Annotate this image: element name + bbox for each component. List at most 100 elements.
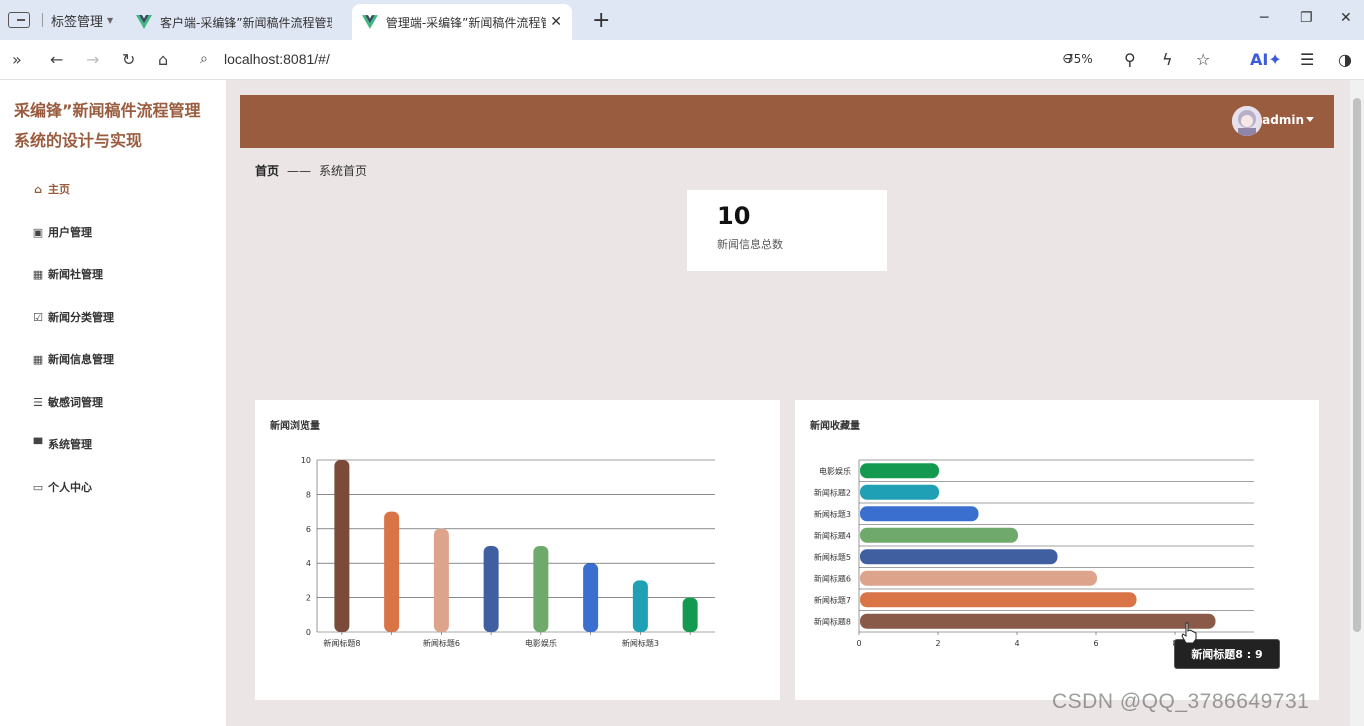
tab-title: 管理端-采编锋”新闻稿件流程管理系统的设计与实现 bbox=[385, 15, 546, 30]
hand-cursor-icon bbox=[1181, 622, 1197, 644]
x-tick-label: 0 bbox=[856, 639, 861, 648]
sidebar-item-label: 新闻社管理 bbox=[48, 268, 103, 281]
vue-logo-icon bbox=[362, 15, 378, 29]
ai-assistant-icon[interactable]: AI✦ bbox=[1250, 50, 1282, 69]
home-icon[interactable]: ⌂ bbox=[158, 50, 168, 69]
y-tick-label: 新闻标题7 bbox=[814, 595, 851, 605]
bar bbox=[860, 592, 1137, 608]
restore-icon[interactable]: ❐ bbox=[1300, 10, 1313, 26]
scrollbar-thumb[interactable] bbox=[1353, 98, 1361, 632]
sidebar-item-home[interactable]: ⌂ 主页 bbox=[32, 179, 70, 199]
bar bbox=[860, 463, 939, 479]
star-icon[interactable]: ☆ bbox=[1196, 50, 1210, 69]
y-tick-label: 新闻标题8 bbox=[814, 616, 851, 626]
extensions-icon[interactable]: ◑ bbox=[1338, 50, 1352, 69]
bar bbox=[860, 484, 939, 500]
sidebar-item-label: 个人中心 bbox=[48, 481, 92, 494]
browser-tab-admin[interactable]: 管理端-采编锋”新闻稿件流程管理系统的设计与实现 ✕ bbox=[352, 4, 572, 40]
bar bbox=[860, 527, 1018, 543]
search-icon: ⌕ bbox=[200, 51, 208, 67]
chevron-down-icon[interactable] bbox=[1306, 117, 1314, 122]
sidebar-item-profile[interactable]: ▭ 个人中心 bbox=[32, 477, 92, 497]
watermark: CSDN @QQ_3786649731 bbox=[1052, 690, 1310, 713]
bar bbox=[433, 528, 449, 632]
url-input[interactable]: localhost:8081/#/ bbox=[224, 51, 330, 67]
breadcrumb-home[interactable]: 首页 bbox=[255, 162, 279, 179]
y-tick-label: 新闻标题4 bbox=[814, 530, 851, 540]
app-sidebar: 采编锋”新闻稿件流程管理系统的设计与实现 ⌂ 主页 ▣ 用户管理 ▦ 新闻社管理… bbox=[0, 80, 226, 726]
sidebar-item-label: 主页 bbox=[48, 183, 70, 196]
y-tick-label: 电影娱乐 bbox=[819, 466, 851, 476]
x-tick-label: 6 bbox=[1093, 639, 1098, 648]
sidebar-item-sensitive-words[interactable]: ☰ 敏感词管理 bbox=[32, 392, 103, 412]
y-tick-label: 新闻标题6 bbox=[814, 573, 851, 583]
sidebar-item-label: 系统管理 bbox=[48, 438, 92, 451]
double-chevron-icon[interactable]: » bbox=[12, 50, 22, 69]
sidebar-item-press[interactable]: ▦ 新闻社管理 bbox=[32, 264, 103, 284]
reading-list-icon[interactable]: ☰ bbox=[1300, 50, 1314, 69]
browser-tab-client[interactable]: 客户端-采编锋”新闻稿件流程管理系统的设计与实现 bbox=[126, 4, 346, 40]
news-count-label: 新闻信息总数 bbox=[717, 238, 783, 251]
zoom-level[interactable]: 75% bbox=[1066, 52, 1093, 66]
bar bbox=[334, 460, 350, 632]
sidebar-item-label: 新闻分类管理 bbox=[48, 311, 114, 324]
forward-icon[interactable]: → bbox=[86, 50, 99, 69]
sidebar-item-system[interactable]: ▀ 系统管理 bbox=[32, 434, 92, 454]
y-tick-label: 新闻标题2 bbox=[814, 487, 851, 497]
bar bbox=[583, 563, 599, 632]
key-icon[interactable]: ⚲ bbox=[1124, 50, 1136, 69]
page-scrollbar[interactable] bbox=[1350, 80, 1364, 726]
chevron-down-icon[interactable]: ▼ bbox=[107, 16, 113, 25]
sidebar-item-label: 用户管理 bbox=[48, 226, 92, 239]
app-title: 采编锋”新闻稿件流程管理系统的设计与实现 bbox=[14, 101, 201, 150]
new-tab-icon[interactable]: + bbox=[592, 8, 610, 33]
lightning-icon[interactable]: ϟ bbox=[1162, 50, 1173, 69]
bar bbox=[860, 506, 979, 522]
window-close-icon[interactable]: ✕ bbox=[1340, 10, 1352, 26]
grid-icon: ▦ bbox=[32, 352, 44, 366]
y-tick-label: 6 bbox=[306, 525, 311, 534]
x-tick-label: 4 bbox=[1014, 639, 1019, 648]
x-tick-label: 电影娱乐 bbox=[525, 638, 557, 648]
breadcrumb: 首页 —— 系统首页 bbox=[255, 162, 367, 179]
bar bbox=[483, 546, 499, 632]
bar bbox=[860, 549, 1058, 565]
bar bbox=[860, 613, 1216, 629]
bar bbox=[682, 597, 698, 632]
back-icon[interactable]: ← bbox=[50, 50, 63, 69]
reload-icon[interactable]: ↻ bbox=[122, 50, 135, 69]
avatar[interactable] bbox=[1232, 106, 1262, 136]
sidebar-item-label: 新闻信息管理 bbox=[48, 353, 114, 366]
minimize-icon[interactable]: ─ bbox=[1260, 10, 1268, 26]
sidebar-item-users[interactable]: ▣ 用户管理 bbox=[32, 222, 92, 242]
y-tick-label: 8 bbox=[306, 490, 311, 499]
y-tick-label: 2 bbox=[306, 594, 311, 603]
x-tick-label: 新闻标题8 bbox=[323, 638, 360, 648]
sidebar-item-category[interactable]: ☑ 新闻分类管理 bbox=[32, 307, 114, 327]
sidebar-item-news-info[interactable]: ▦ 新闻信息管理 bbox=[32, 349, 114, 369]
breadcrumb-current: 系统首页 bbox=[319, 164, 368, 178]
news-count-card: 10 新闻信息总数 bbox=[687, 190, 887, 271]
monitor-icon: ▀ bbox=[33, 437, 43, 451]
username[interactable]: admin bbox=[1262, 113, 1304, 127]
grid-icon: ▦ bbox=[32, 267, 44, 281]
bar bbox=[860, 570, 1097, 586]
views-chart-card: 新闻浏览量 0 2 4 6 8 10 新闻标题8 新闻标题6 电影娱乐 新闻标题3 bbox=[255, 400, 780, 700]
app-header: admin bbox=[240, 95, 1334, 148]
avatar-image bbox=[1232, 106, 1262, 136]
vue-logo-icon bbox=[136, 15, 152, 29]
tab-title: 客户端-采编锋”新闻稿件流程管理系统的设计与实现 bbox=[160, 15, 332, 30]
list-icon: ☰ bbox=[33, 395, 43, 409]
tab-group-label[interactable]: 标签管理 bbox=[51, 11, 103, 30]
clipboard-icon: ▣ bbox=[32, 225, 44, 239]
x-tick-label: 新闻标题6 bbox=[423, 638, 460, 648]
y-tick-label: 新闻标题3 bbox=[814, 509, 851, 519]
close-icon[interactable]: ✕ bbox=[550, 14, 562, 30]
y-tick-label: 0 bbox=[306, 628, 311, 637]
y-tick-label: 10 bbox=[301, 456, 311, 465]
news-count-value: 10 bbox=[717, 202, 751, 230]
y-tick-label: 新闻标题5 bbox=[814, 552, 851, 562]
sidebar-toggle-icon[interactable] bbox=[8, 12, 30, 28]
tab-group[interactable]: 标签管理 ▼ bbox=[8, 9, 113, 31]
checklist-icon: ☑ bbox=[33, 310, 43, 324]
